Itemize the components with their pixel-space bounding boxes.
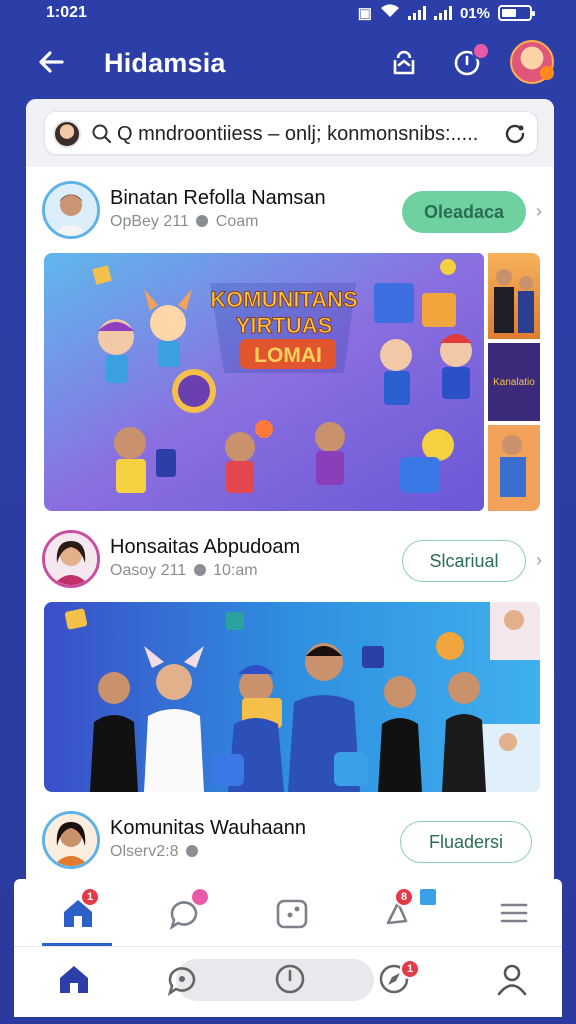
signal-icon-2 [433, 6, 452, 20]
bottom-nav: 1 [14, 947, 562, 1017]
home-badge: 1 [80, 887, 100, 907]
menu-icon [500, 903, 528, 923]
avatar-image [45, 533, 97, 585]
chevron-right-icon[interactable]: › [536, 201, 542, 222]
search-area [26, 99, 554, 167]
nav-profile[interactable] [494, 961, 534, 1001]
tab-camera[interactable] [270, 889, 314, 933]
post-avatar[interactable] [42, 811, 100, 869]
post-author[interactable]: Binatan Refolla Namsan [110, 187, 326, 210]
nav-watch[interactable] [272, 961, 312, 1001]
post-time: 10:am [213, 562, 258, 579]
post-date: Oasoy 211 [110, 562, 187, 579]
post-date: Olserv2:8 [110, 843, 179, 860]
globe-icon [193, 564, 206, 576]
chat-badge [190, 887, 210, 907]
clock-icon [275, 964, 305, 994]
follow-button[interactable]: Fluadersi [400, 821, 532, 863]
post-time: Coam [215, 213, 259, 230]
status-bar: 1:021 ▣ 01% [0, 0, 576, 26]
nav-home[interactable] [56, 961, 96, 1001]
banner-headline-3: LOMAI [254, 344, 322, 367]
tab-bar: 1 8 [14, 879, 562, 947]
post-author[interactable]: Honsaitas Abpudoam [110, 536, 300, 559]
post-image[interactable]: KOMUNITANS YIRTUAS LOMAI Kanalatio [44, 253, 540, 511]
notification-badge [472, 42, 490, 60]
follow-button[interactable]: Slcariual [402, 540, 526, 582]
refresh-icon[interactable] [503, 122, 527, 146]
page-title: Hidamsia [104, 48, 226, 78]
banner-headline-2: YIRTUAS [236, 313, 333, 338]
post-header: Komunitas Wauhaann Olserv2:8 Fluadersi [26, 803, 554, 873]
post-meta: OpBey 211 Coam [110, 213, 258, 231]
post-header: Honsaitas Abpudoam Oasoy 211 10:am Slcar… [26, 522, 554, 592]
tab-menu[interactable] [492, 889, 536, 933]
nfc-icon: ▣ [357, 5, 372, 22]
follow-button[interactable]: Oleadaca [402, 191, 526, 233]
alerts-badge: 8 [394, 887, 414, 907]
camera-icon [276, 899, 308, 929]
wifi-icon [380, 4, 400, 22]
nav-groups[interactable] [164, 961, 204, 1001]
post-image[interactable] [44, 602, 540, 792]
groups-icon [167, 967, 196, 997]
app-header: Hidamsia [0, 38, 576, 88]
post-date: OpBey 211 [110, 213, 189, 230]
nav-notifications[interactable]: 1 [376, 959, 420, 1001]
status-time: 1:021 [46, 4, 87, 21]
search-input[interactable] [117, 120, 497, 148]
share-icon [393, 50, 415, 75]
notifications-button[interactable] [452, 42, 490, 78]
active-tab-indicator [42, 943, 112, 946]
post-avatar[interactable] [42, 181, 100, 239]
back-arrow-icon [39, 51, 64, 73]
battery-percent: 01% [459, 4, 490, 22]
back-button[interactable] [36, 46, 68, 78]
post-meta: Olserv2:8 [110, 843, 201, 861]
tab-home[interactable]: 1 [56, 887, 100, 933]
post-author[interactable]: Komunitas Wauhaann [110, 817, 306, 840]
nav-badge: 1 [400, 959, 420, 979]
tab-notifications[interactable]: 8 [378, 887, 438, 933]
profile-avatar[interactable] [510, 40, 554, 84]
globe-icon [185, 845, 198, 857]
search-icon [92, 124, 112, 144]
post-header: Binatan Refolla Namsan OpBey 211 Coam Ol… [26, 173, 554, 243]
group-photo-illustration [44, 602, 540, 792]
home-icon [60, 966, 88, 993]
avatar-image [45, 814, 97, 866]
globe-icon [196, 215, 209, 227]
message-badge [418, 887, 438, 907]
side-thumb-label: Kanalatio [493, 377, 535, 388]
feed-card: Binatan Refolla Namsan OpBey 211 Coam Ol… [26, 99, 554, 889]
battery-icon [498, 5, 535, 21]
tab-chat[interactable] [162, 887, 210, 933]
post-meta: Oasoy 211 10:am [110, 562, 258, 580]
avatar-image [45, 184, 97, 236]
banner-headline-1: KOMUNITANS [210, 287, 357, 312]
search-avatar [53, 120, 81, 148]
profile-icon [497, 964, 527, 996]
signal-icon [407, 6, 426, 20]
post-avatar[interactable] [42, 530, 100, 588]
share-button[interactable] [388, 46, 420, 78]
search-bar[interactable] [44, 111, 538, 155]
banner-illustration: KOMUNITANS YIRTUAS LOMAI Kanalatio [44, 253, 540, 511]
chevron-right-icon[interactable]: › [536, 550, 542, 571]
